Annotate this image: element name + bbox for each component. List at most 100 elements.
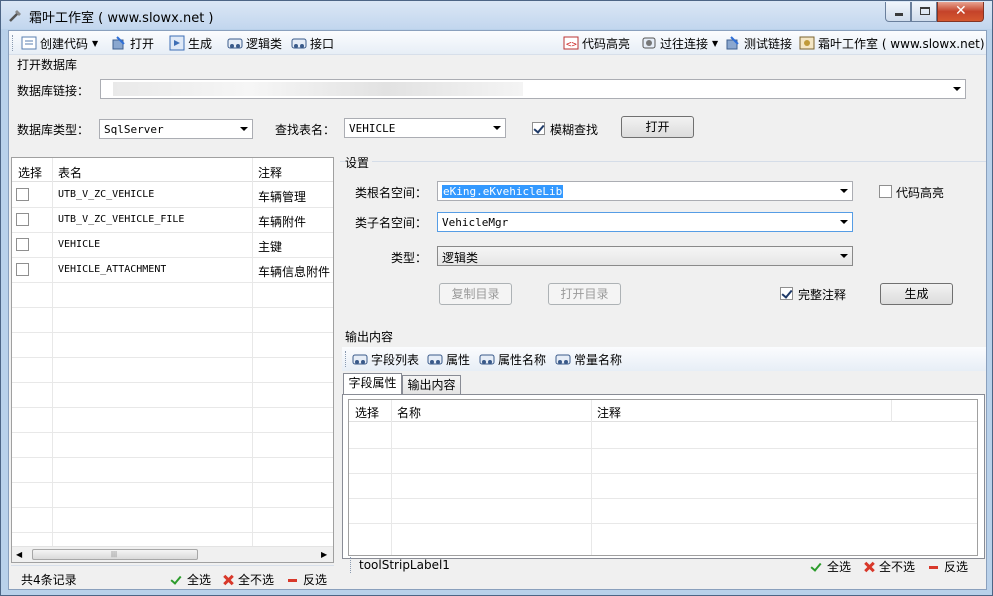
table-search-combo[interactable]: VEHICLE xyxy=(344,118,506,138)
table-row[interactable]: VEHICLE 主键 xyxy=(12,233,333,257)
field-grid: 选择 名称 注释 xyxy=(348,399,978,556)
sub-namespace-combo[interactable]: VehicleMgr xyxy=(437,212,853,232)
chevron-down-icon xyxy=(953,87,961,91)
output-invert-button[interactable]: 反选 xyxy=(928,558,968,575)
record-count: 共4条记录 xyxy=(21,573,77,587)
test-link-button[interactable]: 测试链接 xyxy=(725,34,792,52)
scroll-left-icon[interactable]: ◀ xyxy=(16,550,22,559)
output-select-none-label: 全不选 xyxy=(879,560,916,574)
property-name-icon xyxy=(479,351,495,367)
db-connection-label: 数据库链接： xyxy=(17,84,90,98)
title-bar[interactable]: 霜叶工作室 ( www.slowx.net ) ✕ xyxy=(1,1,992,29)
history-connection-button[interactable]: 过往连接 ▼ xyxy=(641,34,718,52)
constant-name-icon xyxy=(555,351,571,367)
row-select-checkbox[interactable] xyxy=(16,188,29,201)
constant-name-button[interactable]: 常量名称 xyxy=(555,350,622,368)
copy-directory-button[interactable]: 复制目录 xyxy=(439,283,512,305)
generate-icon xyxy=(169,35,185,51)
generate-button[interactable]: 生成 xyxy=(169,34,212,52)
class-type-select[interactable]: 逻辑类 xyxy=(437,246,853,266)
field-list-button[interactable]: 字段列表 xyxy=(352,350,419,368)
history-connection-icon xyxy=(641,35,657,51)
logic-class-label: 逻辑类 xyxy=(246,36,283,51)
table-grid-header: 选择 表名 注释 xyxy=(12,158,333,182)
grid-divider xyxy=(349,498,977,499)
row-select-checkbox[interactable] xyxy=(16,213,29,226)
open-db-group-title: 打开数据库 xyxy=(17,56,81,73)
grid-divider xyxy=(12,282,333,283)
property-name-label: 属性名称 xyxy=(498,352,547,367)
sub-namespace-label: 类子名空间： xyxy=(355,216,428,230)
close-button[interactable]: ✕ xyxy=(937,2,984,22)
select-all-button[interactable]: 全选 xyxy=(171,571,211,588)
chevron-down-icon xyxy=(840,254,848,258)
create-code-button[interactable]: 创建代码 ▼ xyxy=(21,34,98,52)
redacted-connection-blur xyxy=(113,82,523,96)
column-header-table-name[interactable]: 表名 xyxy=(58,164,82,181)
db-type-select[interactable]: SqlServer xyxy=(99,119,253,139)
table-row[interactable]: UTB_V_ZC_VEHICLE 车辆管理 xyxy=(12,183,333,207)
interface-label: 接口 xyxy=(310,36,335,51)
studio-link-button[interactable]: 霜叶工作室 ( www.slowx.net) xyxy=(799,34,985,52)
code-highlight-checkbox[interactable] xyxy=(879,185,892,198)
code-highlight-option-label: 代码高亮 xyxy=(896,186,945,200)
column-header-select[interactable]: 选择 xyxy=(355,404,379,421)
toolbar-grip[interactable] xyxy=(350,557,353,573)
property-name-button[interactable]: 属性名称 xyxy=(479,350,546,368)
toolbar-grip[interactable] xyxy=(12,35,15,51)
grid-divider xyxy=(12,432,333,433)
table-row[interactable]: UTB_V_ZC_VEHICLE_FILE 车辆附件 xyxy=(12,208,333,232)
output-select-none-button[interactable]: 全不选 xyxy=(863,558,915,575)
generate-code-button[interactable]: 生成 xyxy=(880,283,953,305)
scroll-right-icon[interactable]: ▶ xyxy=(321,550,327,559)
field-list-icon xyxy=(352,351,368,367)
grid-divider xyxy=(349,523,977,524)
logic-class-icon xyxy=(227,35,243,51)
interface-button[interactable]: 接口 xyxy=(291,34,334,52)
output-invert-label: 反选 xyxy=(944,560,969,574)
chevron-down-icon: ▼ xyxy=(92,38,99,48)
root-namespace-combo[interactable]: eKing.eKvehicleLib xyxy=(437,181,853,201)
column-header-name[interactable]: 名称 xyxy=(397,404,421,421)
minus-icon xyxy=(928,561,940,573)
minus-icon xyxy=(287,574,299,586)
row-select-checkbox[interactable] xyxy=(16,238,29,251)
db-connection-combo[interactable] xyxy=(100,79,966,99)
chevron-down-icon: ▼ xyxy=(712,38,719,48)
test-link-label: 测试链接 xyxy=(744,36,793,51)
toolbar-grip[interactable] xyxy=(345,351,348,367)
column-header-select[interactable]: 选择 xyxy=(18,164,42,181)
output-select-all-button[interactable]: 全选 xyxy=(811,558,851,575)
open-button[interactable]: 打开 xyxy=(111,34,154,52)
horizontal-scrollbar[interactable]: ◀ ||| ▶ xyxy=(12,546,333,562)
open-icon xyxy=(111,35,127,51)
code-highlight-label: 代码高亮 xyxy=(582,36,631,51)
row-comment: 主键 xyxy=(258,240,283,254)
root-namespace-value: eKing.eKvehicleLib xyxy=(442,185,564,198)
select-none-button[interactable]: 全不选 xyxy=(222,571,274,588)
minimize-button[interactable] xyxy=(885,2,911,22)
status-label: toolStripLabel1 xyxy=(359,558,450,572)
code-highlight-button[interactable]: <> 代码高亮 xyxy=(563,34,630,52)
maximize-button[interactable] xyxy=(911,2,937,22)
tab-field-properties[interactable]: 字段属性 xyxy=(343,373,402,395)
tab-output-content[interactable]: 输出内容 xyxy=(402,375,461,395)
logic-class-button[interactable]: 逻辑类 xyxy=(227,34,282,52)
fuzzy-search-checkbox[interactable] xyxy=(532,122,545,135)
open-directory-button[interactable]: 打开目录 xyxy=(548,283,621,305)
full-comment-checkbox[interactable] xyxy=(780,287,793,300)
maximize-icon xyxy=(920,7,930,15)
open-db-button[interactable]: 打开 xyxy=(621,116,694,138)
tab-panel: 选择 名称 注释 xyxy=(342,394,985,559)
column-header-comment[interactable]: 注释 xyxy=(258,164,282,181)
invert-selection-button[interactable]: 反选 xyxy=(287,571,327,588)
scrollbar-thumb[interactable]: ||| xyxy=(32,549,198,560)
studio-icon xyxy=(799,35,815,51)
property-button[interactable]: 属性 xyxy=(427,350,470,368)
class-type-label: 类型： xyxy=(391,251,428,265)
chevron-down-icon xyxy=(840,220,848,224)
table-row[interactable]: VEHICLE_ATTACHMENT 车辆信息附件 xyxy=(12,258,333,282)
svg-text:<>: <> xyxy=(566,40,577,50)
column-header-comment[interactable]: 注释 xyxy=(597,404,621,421)
row-select-checkbox[interactable] xyxy=(16,263,29,276)
